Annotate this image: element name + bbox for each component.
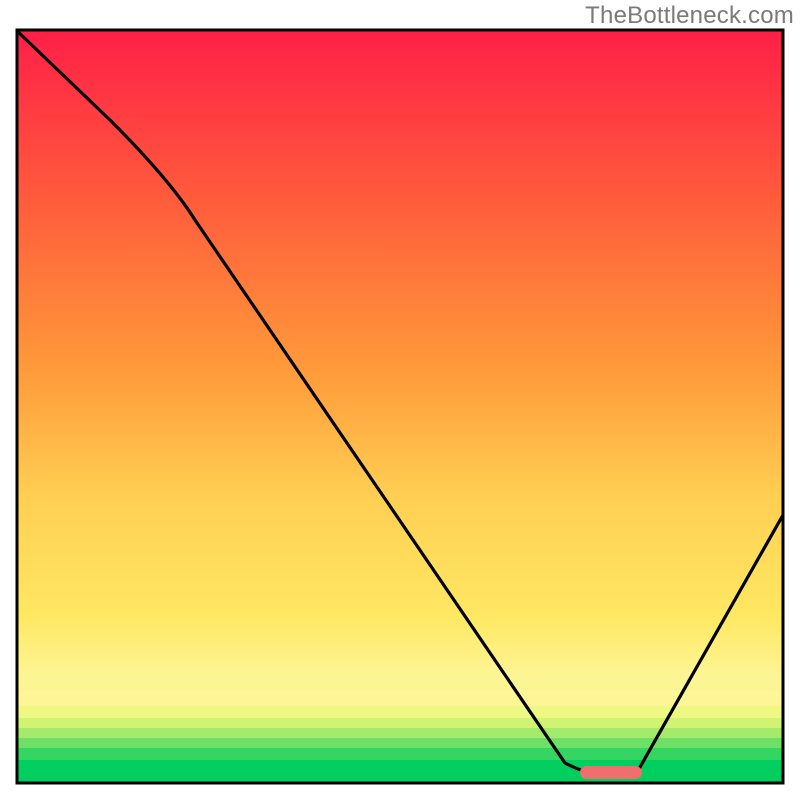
gradient-bands [17, 690, 783, 783]
optimal-marker [580, 766, 642, 779]
bottleneck-chart [0, 0, 800, 800]
